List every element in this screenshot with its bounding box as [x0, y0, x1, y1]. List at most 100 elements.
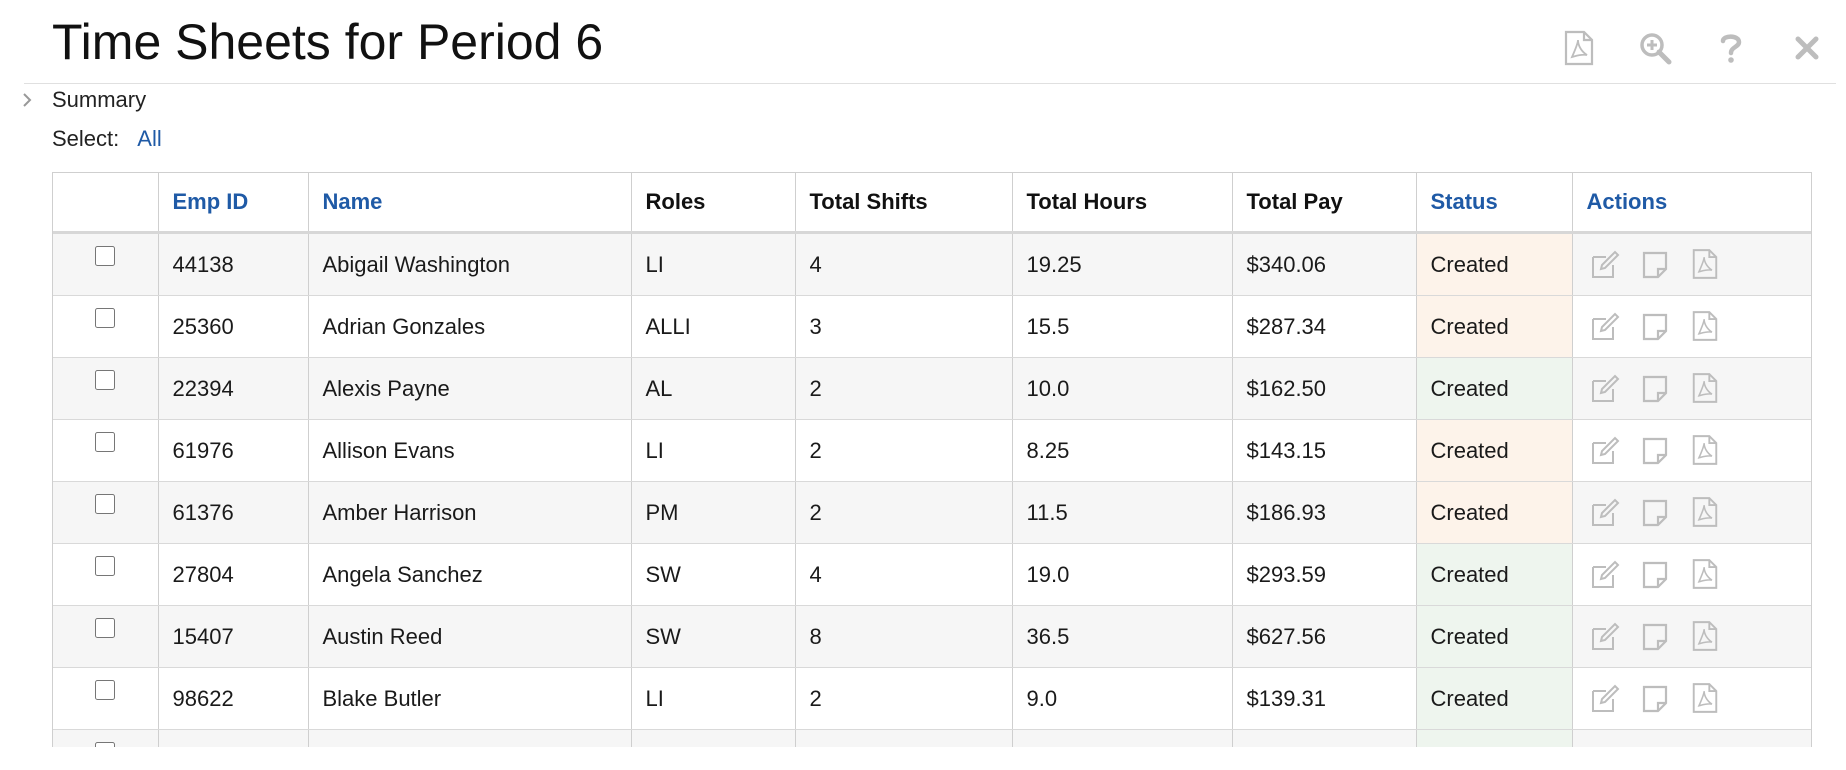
- cell-status: Created: [1416, 295, 1573, 358]
- note-button[interactable]: [1637, 431, 1673, 471]
- header-total-hours: Total Hours: [1012, 173, 1233, 234]
- close-icon: [1795, 36, 1819, 60]
- header-status[interactable]: Status: [1416, 173, 1573, 234]
- edit-icon: [1591, 560, 1619, 588]
- row-select-cell: [53, 481, 159, 544]
- edit-button[interactable]: [1587, 679, 1623, 719]
- row-select-cell: [53, 667, 159, 730]
- row-pdf-button[interactable]: [1687, 678, 1723, 718]
- cell-emp-id: 98622: [158, 667, 309, 730]
- note-button[interactable]: [1637, 617, 1673, 657]
- note-icon: [1642, 499, 1667, 526]
- zoom-button[interactable]: [1634, 28, 1676, 68]
- pdf-icon: [1692, 248, 1717, 279]
- row-checkbox[interactable]: [95, 679, 116, 700]
- cell-name: Alexis Payne: [308, 357, 632, 420]
- cell-actions: [1572, 543, 1811, 606]
- note-icon: [1642, 685, 1667, 712]
- select-all-link[interactable]: All: [137, 126, 161, 152]
- cell-emp-id: 25360: [158, 295, 309, 358]
- cell-roles: LI: [631, 667, 796, 730]
- cell-total-hours: 36.5: [1012, 605, 1233, 668]
- edit-button[interactable]: [1587, 307, 1623, 347]
- cell-name: Allison Evans: [308, 419, 632, 482]
- edit-button[interactable]: [1587, 555, 1623, 595]
- row-checkbox[interactable]: [95, 493, 116, 514]
- row-checkbox[interactable]: [95, 245, 116, 266]
- row-select-cell: [53, 543, 159, 606]
- summary-label: Summary: [52, 87, 147, 112]
- row-checkbox[interactable]: [95, 555, 116, 576]
- help-icon: [1720, 34, 1742, 63]
- table-row: 25360 Adrian Gonzales ALLI 3 15.5 $287.3…: [53, 295, 1811, 358]
- row-pdf-button[interactable]: [1687, 616, 1723, 656]
- cell-total-pay: $139.31: [1232, 667, 1417, 730]
- note-icon: [1642, 375, 1667, 402]
- cell-actions: [1572, 232, 1811, 296]
- row-checkbox[interactable]: [95, 369, 116, 390]
- row-pdf-button[interactable]: [1687, 554, 1723, 594]
- header-name[interactable]: Name: [308, 173, 632, 234]
- close-button[interactable]: [1786, 28, 1828, 68]
- export-pdf-button[interactable]: [1558, 28, 1600, 68]
- row-pdf-button[interactable]: [1687, 492, 1723, 532]
- edit-icon: [1591, 312, 1619, 340]
- cell-total-pay: [1232, 729, 1417, 747]
- cell-name: Austin Reed: [308, 605, 632, 668]
- table-row: 22394 Alexis Payne AL 2 10.0 $162.50 Cre…: [53, 357, 1811, 420]
- cell-roles: LI: [631, 419, 796, 482]
- pdf-icon: [1692, 310, 1717, 341]
- table-row: 15407 Austin Reed SW 8 36.5 $627.56 Crea…: [53, 605, 1811, 668]
- row-checkbox[interactable]: [95, 431, 116, 452]
- cell-status: Created: [1416, 605, 1573, 668]
- table-header-row: Emp ID Name Roles Total Shifts Total Hou…: [53, 173, 1811, 234]
- cell-total-hours: 19.25: [1012, 232, 1233, 296]
- cell-roles: LI: [631, 232, 796, 296]
- note-button[interactable]: [1637, 679, 1673, 719]
- note-button[interactable]: [1637, 493, 1673, 533]
- cell-total-pay: $340.06: [1232, 232, 1417, 296]
- pdf-icon: [1692, 682, 1717, 713]
- header-emp-id[interactable]: Emp ID: [158, 173, 309, 234]
- row-pdf-button[interactable]: [1687, 430, 1723, 470]
- note-button[interactable]: [1637, 369, 1673, 409]
- edit-button[interactable]: [1587, 431, 1623, 471]
- pdf-icon: [1692, 620, 1717, 651]
- edit-button[interactable]: [1587, 493, 1623, 533]
- cell-roles: SW: [631, 605, 796, 668]
- pdf-icon: [1692, 372, 1717, 403]
- edit-icon: [1591, 374, 1619, 402]
- cell-total-shifts: [795, 729, 1013, 747]
- row-pdf-button[interactable]: [1687, 368, 1723, 408]
- cell-emp-id: 15407: [158, 605, 309, 668]
- header-actions[interactable]: Actions: [1572, 173, 1811, 234]
- help-button[interactable]: [1710, 28, 1752, 68]
- note-button[interactable]: [1637, 307, 1673, 347]
- row-checkbox[interactable]: [95, 741, 116, 747]
- edit-button[interactable]: [1587, 369, 1623, 409]
- cell-name: Blake Butler: [308, 667, 632, 730]
- edit-icon: [1591, 622, 1619, 650]
- cell-total-hours: 19.0: [1012, 543, 1233, 606]
- cell-actions: [1572, 419, 1811, 482]
- row-checkbox[interactable]: [95, 617, 116, 638]
- table-row: [53, 729, 1811, 747]
- cell-total-pay: $186.93: [1232, 481, 1417, 544]
- note-button[interactable]: [1637, 245, 1673, 285]
- cell-actions: [1572, 481, 1811, 544]
- cell-status: Created: [1416, 419, 1573, 482]
- cell-total-hours: 15.5: [1012, 295, 1233, 358]
- pdf-icon: [1692, 496, 1717, 527]
- row-select-cell: [53, 605, 159, 668]
- note-button[interactable]: [1637, 555, 1673, 595]
- row-select-cell: [53, 295, 159, 358]
- row-pdf-button[interactable]: [1687, 244, 1723, 284]
- row-pdf-button[interactable]: [1687, 306, 1723, 346]
- pdf-icon: [1564, 30, 1594, 66]
- row-checkbox[interactable]: [95, 307, 116, 328]
- cell-emp-id: 61976: [158, 419, 309, 482]
- edit-button[interactable]: [1587, 245, 1623, 285]
- edit-button[interactable]: [1587, 617, 1623, 657]
- cell-total-pay: $293.59: [1232, 543, 1417, 606]
- summary-toggle[interactable]: Summary: [16, 86, 146, 114]
